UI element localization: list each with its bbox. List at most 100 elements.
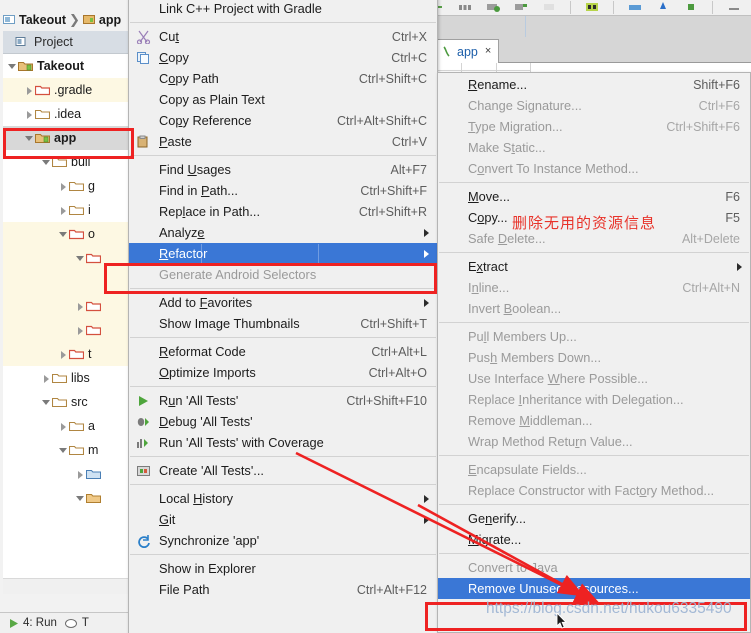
folder-icon bbox=[35, 109, 50, 120]
tree-node-buil[interactable]: buil bbox=[3, 150, 130, 174]
menu-item-synchronize-app[interactable]: Synchronize 'app' bbox=[129, 530, 437, 551]
chevron-right-icon[interactable] bbox=[24, 85, 35, 96]
chevron-right-icon[interactable] bbox=[41, 373, 52, 384]
menu-item-copy[interactable]: Copy Ctrl+C bbox=[129, 47, 437, 68]
menu-item-copy-reference[interactable]: Copy Reference Ctrl+Alt+Shift+C bbox=[129, 110, 437, 131]
project-context-menu[interactable]: Link C++ Project with Gradle Cut Ctrl+X Cop… bbox=[128, 0, 438, 633]
menu-item-move[interactable]: Move... F6 bbox=[438, 186, 750, 207]
tree-node-i[interactable]: i bbox=[3, 198, 130, 222]
menu-item-file-path[interactable]: File Path Ctrl+Alt+F12 bbox=[129, 579, 437, 600]
tree-node[interactable] bbox=[3, 246, 130, 270]
submenu-arrow-icon bbox=[424, 494, 429, 503]
tree-node[interactable] bbox=[3, 318, 130, 342]
toolbar-separator bbox=[712, 0, 713, 14]
menu-item-show-image-thumbnails[interactable]: Show Image Thumbnails Ctrl+Shift+T bbox=[129, 313, 437, 334]
menu-item-rename[interactable]: Rename... Shift+F6 bbox=[438, 74, 750, 95]
menu-item-find-usages[interactable]: Find Usages Alt+F7 bbox=[129, 159, 437, 180]
minimize-icon[interactable] bbox=[727, 1, 741, 13]
refactor-submenu[interactable]: Rename... Shift+F6 Change Signature... Ctrl… bbox=[437, 72, 751, 633]
device-icon[interactable] bbox=[628, 1, 642, 13]
chevron-right-icon[interactable] bbox=[75, 301, 86, 312]
breadcrumb-item-1[interactable]: app bbox=[99, 13, 121, 27]
editor-tab-app[interactable]: app × bbox=[436, 39, 500, 63]
menu-item-run-all-tests-with-coverage[interactable]: Run 'All Tests' with Coverage bbox=[129, 432, 437, 453]
tree-horizontal-scrollbar[interactable] bbox=[3, 578, 130, 594]
chevron-right-icon[interactable] bbox=[58, 421, 69, 432]
menu-item-copy-as-plain-text[interactable]: Copy as Plain Text bbox=[129, 89, 437, 110]
menu-item-debug-all-tests[interactable]: Debug 'All Tests' bbox=[129, 411, 437, 432]
chevron-down-icon[interactable] bbox=[75, 253, 86, 264]
chevron-down-icon[interactable] bbox=[41, 397, 52, 408]
menu-item-label: Run 'All Tests' bbox=[159, 393, 239, 408]
chevron-right-icon[interactable] bbox=[58, 349, 69, 360]
tree-node-app[interactable]: app bbox=[3, 126, 130, 150]
menu-item-remove-unused-resources[interactable]: Remove Unused Resources... bbox=[438, 578, 750, 599]
menu-item-create-all-tests[interactable]: Create 'All Tests'... bbox=[129, 460, 437, 481]
tree-node[interactable] bbox=[3, 462, 130, 486]
menu-item-analyze[interactable]: Analyze bbox=[129, 222, 437, 243]
sdk-manager-icon[interactable] bbox=[542, 1, 556, 13]
chevron-down-icon[interactable] bbox=[58, 229, 69, 240]
menu-item-add-to-favorites[interactable]: Add to Favorites bbox=[129, 292, 437, 313]
tree-node[interactable] bbox=[3, 294, 130, 318]
menu-item-show-in-explorer[interactable]: Show in Explorer bbox=[129, 558, 437, 579]
chevron-right-icon[interactable] bbox=[58, 205, 69, 216]
menu-item-paste[interactable]: Paste Ctrl+V bbox=[129, 131, 437, 152]
menu-item-run-all-tests[interactable]: Run 'All Tests' Ctrl+Shift+F10 bbox=[129, 390, 437, 411]
chevron-right-icon[interactable] bbox=[24, 109, 35, 120]
breadcrumb[interactable]: Takeout ❯ app bbox=[0, 9, 130, 31]
status-todo-label[interactable]: T bbox=[82, 617, 89, 629]
tree-node-gradle[interactable]: .gradle bbox=[3, 78, 130, 102]
todo-icon[interactable] bbox=[64, 618, 78, 629]
menu-item-extract[interactable]: Extract bbox=[438, 256, 750, 277]
tree-node-g[interactable]: g bbox=[3, 174, 130, 198]
menu-item-copy-path[interactable]: Copy Path Ctrl+Shift+C bbox=[129, 68, 437, 89]
run-icon[interactable] bbox=[8, 618, 19, 629]
menu-item-refactor[interactable]: Refactor bbox=[129, 243, 437, 264]
menu-separator bbox=[439, 322, 749, 323]
menu-item-replace-in-path[interactable]: Replace in Path... Ctrl+Shift+R bbox=[129, 201, 437, 222]
more-icon[interactable] bbox=[458, 1, 472, 13]
chevron-down-icon[interactable] bbox=[75, 493, 86, 504]
chevron-down-icon[interactable] bbox=[24, 133, 35, 144]
menu-item-cut[interactable]: Cut Ctrl+X bbox=[129, 26, 437, 47]
layout-inspector-icon[interactable] bbox=[585, 1, 599, 13]
excluded-folder-icon bbox=[86, 325, 101, 336]
menu-item-label: Change Signature... bbox=[468, 98, 582, 113]
tree-node-idea[interactable]: .idea bbox=[3, 102, 130, 126]
menu-item-optimize-imports[interactable]: Optimize Imports Ctrl+Alt+O bbox=[129, 362, 437, 383]
sync-gradle-icon[interactable] bbox=[486, 1, 500, 13]
status-run-label[interactable]: 4: Run bbox=[23, 617, 57, 629]
tree-node-m[interactable]: m bbox=[3, 438, 130, 462]
close-icon[interactable]: × bbox=[483, 46, 491, 57]
menu-item-generify[interactable]: Generify... bbox=[438, 508, 750, 529]
chevron-right-icon[interactable] bbox=[75, 325, 86, 336]
breadcrumb-item-0[interactable]: Takeout bbox=[19, 13, 66, 27]
chevron-down-icon[interactable] bbox=[58, 445, 69, 456]
tree-node[interactable] bbox=[3, 270, 130, 294]
pointer-icon[interactable] bbox=[656, 1, 670, 13]
tree-node[interactable] bbox=[3, 486, 130, 510]
tree-node-takeout[interactable]: Takeout bbox=[3, 54, 130, 78]
tree-node-a[interactable]: a bbox=[3, 414, 130, 438]
gradle-icon[interactable] bbox=[684, 1, 698, 13]
menu-item-find-in-path[interactable]: Find in Path... Ctrl+Shift+F bbox=[129, 180, 437, 201]
menu-item-link-c-project-with-gradle[interactable]: Link C++ Project with Gradle bbox=[129, 0, 437, 19]
menu-item-migrate[interactable]: Migrate... bbox=[438, 529, 750, 550]
tree-node-t[interactable]: t bbox=[3, 342, 130, 366]
tool-window-header[interactable]: Project bbox=[3, 31, 130, 54]
chevron-right-icon[interactable] bbox=[58, 181, 69, 192]
toolbar-icon-group[interactable] bbox=[430, 0, 751, 14]
tree-node-o[interactable]: o bbox=[3, 222, 130, 246]
submenu-arrow-icon bbox=[424, 228, 429, 237]
menu-item-local-history[interactable]: Local History bbox=[129, 488, 437, 509]
tree-node-libs[interactable]: libs bbox=[3, 366, 130, 390]
chevron-down-icon[interactable] bbox=[7, 61, 18, 72]
chevron-down-icon[interactable] bbox=[41, 157, 52, 168]
menu-item-reformat-code[interactable]: Reformat Code Ctrl+Alt+L bbox=[129, 341, 437, 362]
avd-manager-icon[interactable] bbox=[514, 1, 528, 13]
menu-item-git[interactable]: Git bbox=[129, 509, 437, 530]
project-tree[interactable]: Takeout .gradle .idea app buil g i o t libs src a m bbox=[3, 54, 130, 594]
tree-node-src[interactable]: src bbox=[3, 390, 130, 414]
chevron-right-icon[interactable] bbox=[75, 469, 86, 480]
